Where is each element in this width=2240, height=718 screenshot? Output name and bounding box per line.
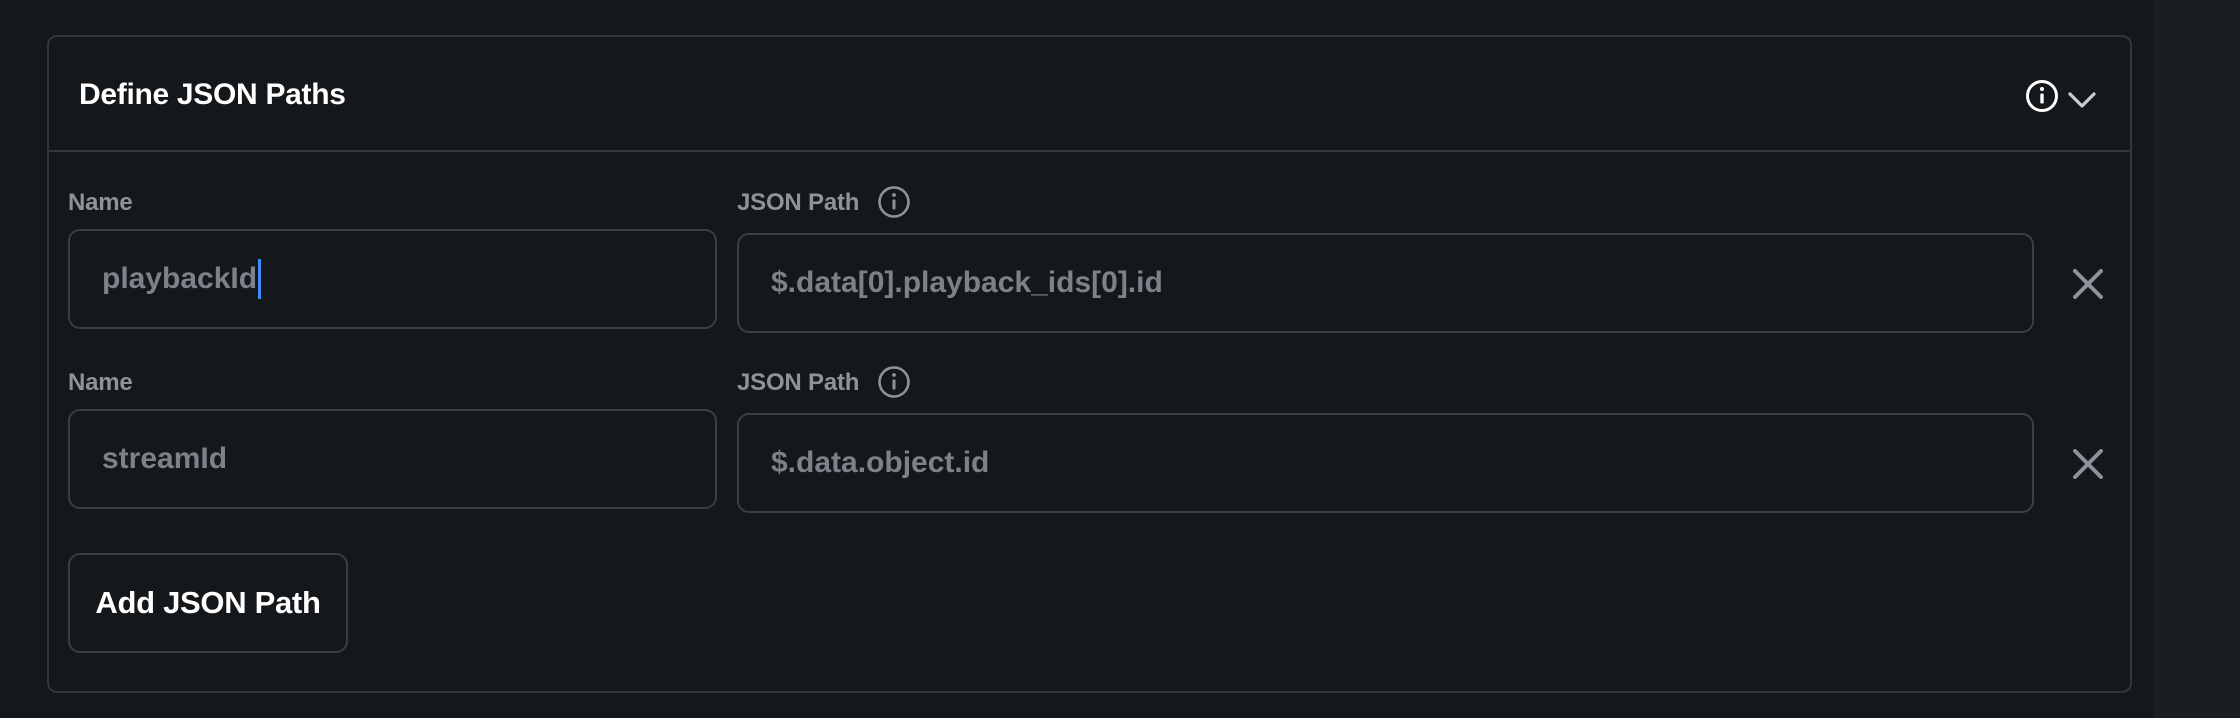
- close-icon[interactable]: [2068, 444, 2108, 484]
- scrollbar-track[interactable]: [2154, 0, 2240, 718]
- info-icon[interactable]: [877, 185, 911, 219]
- json-paths-panel: Define JSON Paths: [47, 35, 2132, 693]
- chevron-down-icon[interactable]: [2065, 85, 2099, 113]
- name-label: Name: [68, 369, 133, 396]
- json-path-input[interactable]: $.data[0].playback_ids[0].id: [737, 233, 2034, 333]
- info-icon[interactable]: [877, 365, 911, 399]
- name-label: Name: [68, 189, 133, 216]
- json-path-label: JSON Path: [737, 189, 860, 216]
- json-path-input[interactable]: $.data.object.id: [737, 413, 2034, 513]
- json-path-label: JSON Path: [737, 369, 860, 396]
- add-json-path-button[interactable]: Add JSON Path: [68, 553, 348, 653]
- panel-header[interactable]: Define JSON Paths: [49, 37, 2130, 152]
- close-icon[interactable]: [2068, 264, 2108, 304]
- panel-title: Define JSON Paths: [79, 78, 346, 111]
- name-input-value: playbackId: [102, 262, 258, 295]
- json-path-input-value: $.data[0].playback_ids[0].id: [771, 266, 1163, 299]
- text-caret: [258, 259, 262, 299]
- json-path-input-value: $.data.object.id: [771, 446, 990, 479]
- name-input[interactable]: streamId: [68, 409, 717, 509]
- name-input-value: streamId: [102, 442, 228, 475]
- name-input[interactable]: playbackId: [68, 229, 717, 329]
- info-icon[interactable]: [2025, 79, 2059, 113]
